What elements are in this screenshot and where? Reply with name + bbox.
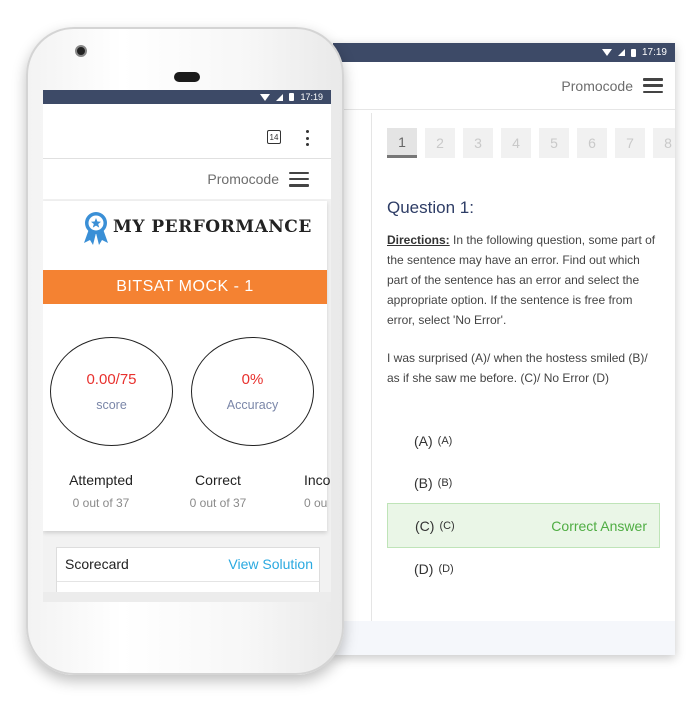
option-d[interactable]: (D) (D) — [387, 548, 659, 590]
scorecard-divider — [57, 581, 319, 582]
screen-bottom — [43, 592, 331, 602]
front-header: Promocode — [43, 159, 331, 199]
directions-label: Directions: — [387, 233, 450, 247]
overflow-menu-icon[interactable] — [305, 130, 309, 146]
question-number-tab[interactable]: 6 — [577, 128, 607, 158]
hamburger-menu-icon[interactable] — [643, 78, 663, 93]
status-time: 17:19 — [641, 47, 667, 58]
wifi-icon — [601, 49, 612, 56]
score-circle: 0.00/75 score — [50, 337, 173, 446]
stat-value: 0 ou — [304, 496, 328, 510]
question-number-tab[interactable]: 7 — [615, 128, 645, 158]
directions-body: In the following question, some part of … — [387, 233, 656, 327]
front-status-bar: 17:19 — [43, 90, 331, 104]
accuracy-label: Accuracy — [226, 398, 279, 412]
signal-icon — [617, 49, 625, 56]
exam-banner: BITSAT MOCK - 1 — [43, 270, 327, 304]
stat-attempted: Attempted 0 out of 37 — [46, 472, 156, 510]
hamburger-menu-icon[interactable] — [289, 171, 309, 187]
phone-screen: 17:19 14 Promocode MY PERFORMANCE BITSAT… — [43, 90, 331, 602]
battery-icon — [289, 93, 295, 101]
question-number-tab[interactable]: 1 — [387, 128, 417, 158]
camera-icon — [75, 45, 87, 57]
question-number-tab[interactable]: 3 — [463, 128, 493, 158]
directions-text: Directions: In the following question, s… — [387, 230, 657, 330]
option-sub: (B) — [437, 477, 453, 489]
left-divider — [371, 113, 372, 655]
score-label: score — [96, 398, 127, 412]
promocode-link[interactable]: Promocode — [561, 78, 633, 94]
question-number-tab[interactable]: 4 — [501, 128, 531, 158]
stat-heading: Attempted — [69, 472, 133, 488]
option-sub: (D) — [438, 563, 454, 575]
tab-switcher-icon[interactable]: 14 — [267, 130, 281, 144]
stat-incorrect: Inco 0 ou — [304, 472, 331, 510]
option-sub: (C) — [439, 519, 455, 532]
status-time: 17:19 — [300, 92, 323, 102]
stat-value: 0 out of 37 — [189, 496, 247, 510]
promocode-link[interactable]: Promocode — [207, 171, 279, 187]
stat-correct: Correct 0 out of 37 — [163, 472, 273, 510]
question-screen: 17:19 Promocode Question 1: Directions: … — [333, 43, 675, 655]
stat-heading: Inco — [304, 472, 331, 488]
option-b[interactable]: (B) (B) — [387, 462, 659, 504]
accuracy-circle: 0% Accuracy — [191, 337, 314, 446]
ribbon-badge-icon — [84, 212, 108, 245]
back-footer — [333, 621, 675, 655]
question-number-tab[interactable]: 2 — [425, 128, 455, 158]
question-title: Question 1: — [387, 198, 474, 217]
signal-icon — [276, 93, 284, 101]
view-solution-link[interactable]: View Solution — [228, 556, 313, 572]
back-status-bar: 17:19 — [333, 43, 675, 62]
score-value: 0.00/75 — [86, 371, 137, 388]
battery-icon — [630, 48, 636, 57]
correct-answer-tag: Correct Answer — [551, 517, 647, 534]
option-sub: (A) — [437, 435, 453, 447]
option-c[interactable]: (C) (C) Correct Answer — [387, 503, 660, 548]
option-label: (C) — [415, 517, 435, 534]
accuracy-value: 0% — [241, 371, 264, 388]
stat-value: 0 out of 37 — [72, 496, 130, 510]
question-number-tab[interactable]: 8 — [653, 128, 675, 158]
stat-heading: Correct — [195, 472, 241, 488]
scorecard-label: Scorecard — [65, 556, 129, 572]
question-text: I was surprised (A)/ when the hostess sm… — [387, 351, 648, 385]
option-label: (B) — [414, 475, 433, 491]
performance-title: MY PERFORMANCE — [113, 217, 312, 237]
option-label: (D) — [414, 561, 434, 577]
performance-card: MY PERFORMANCE BITSAT MOCK - 1 0.00/75 s… — [43, 201, 330, 531]
option-label: (A) — [414, 433, 433, 449]
option-a[interactable]: (A) (A) — [387, 420, 659, 462]
wifi-icon — [260, 93, 271, 101]
question-number-tab[interactable]: 5 — [539, 128, 569, 158]
back-header: Promocode — [333, 62, 675, 110]
browser-toolbar: 14 — [43, 104, 331, 159]
speaker-icon — [174, 72, 200, 82]
